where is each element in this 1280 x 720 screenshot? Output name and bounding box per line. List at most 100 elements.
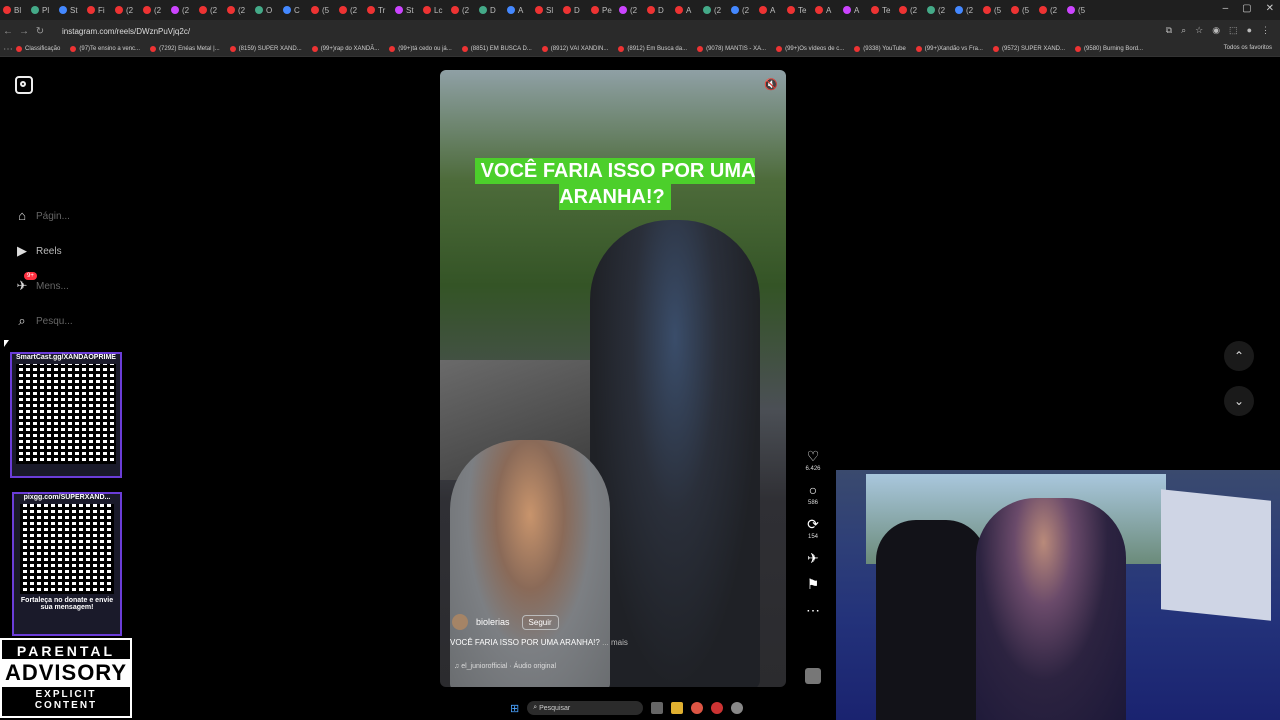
chrome-icon[interactable]: [691, 702, 704, 714]
browser-tab[interactable]: (2: [224, 3, 252, 17]
settings-icon[interactable]: [731, 702, 744, 714]
browser-tab[interactable]: (2: [1036, 3, 1064, 17]
back-icon[interactable]: ←: [0, 26, 16, 37]
reel-video[interactable]: VOCÊ FARIA ISSO POR UMA ARANHA!? 🔇 biole…: [440, 70, 786, 687]
bookmark-item[interactable]: (99+)rap do XANDÃ...: [311, 46, 379, 52]
browser-tab[interactable]: (5: [308, 3, 336, 17]
bookmark-item[interactable]: (9572) SUPER XAND...: [992, 46, 1065, 52]
browser-tab[interactable]: Lc: [420, 3, 448, 17]
browser-tab[interactable]: Sl: [532, 3, 560, 17]
next-reel-button[interactable]: ⌄: [1224, 386, 1254, 416]
reel-audio[interactable]: ♫ el_juniorofficial · Áudio original: [454, 663, 556, 670]
browser-tab[interactable]: Te: [868, 3, 896, 17]
browser-tab[interactable]: A: [840, 3, 868, 17]
maximize-icon[interactable]: ▢: [1242, 3, 1251, 14]
bookmark-item[interactable]: (8912) VAI XANDIN...: [541, 46, 608, 52]
install-icon[interactable]: ⧉: [1166, 25, 1172, 36]
browser-tab[interactable]: A: [756, 3, 784, 17]
browser-tab[interactable]: A: [504, 3, 532, 17]
bookmark-item[interactable]: Classificação: [16, 46, 60, 52]
bookmark-favicon-icon: [915, 46, 922, 52]
browser-tab[interactable]: D: [476, 3, 504, 17]
save-button[interactable]: ⚑: [798, 576, 828, 592]
browser-tab[interactable]: (5: [1064, 3, 1092, 17]
bookmark-item[interactable]: (9338) YouTube: [854, 46, 906, 52]
bookmark-item[interactable]: (8159) SUPER XAND...: [229, 46, 302, 52]
browser-tab[interactable]: A: [672, 3, 700, 17]
previous-reel-button[interactable]: ⌃: [1224, 341, 1254, 371]
forward-icon[interactable]: →: [16, 26, 32, 37]
file-explorer-icon[interactable]: [671, 702, 684, 714]
bookmark-item[interactable]: (97)Te ensino a venc...: [70, 46, 140, 52]
author-name[interactable]: biolerias: [476, 617, 510, 627]
apps-icon[interactable]: ⋯: [0, 44, 16, 55]
browser-tab[interactable]: O: [252, 3, 280, 17]
bookmark-item[interactable]: (8912) Em Busca da...: [618, 46, 687, 52]
menu-icon[interactable]: ⋮: [1261, 25, 1270, 36]
taskbar-search[interactable]: ⌕ Pesquisar: [527, 701, 644, 715]
bookmark-item[interactable]: (99+)Os vídeos de c...: [776, 46, 844, 52]
zoom-icon[interactable]: ⌕: [1181, 25, 1186, 36]
browser-tab[interactable]: D: [560, 3, 588, 17]
browser-tab[interactable]: St: [392, 3, 420, 17]
browser-tab[interactable]: Te: [784, 3, 812, 17]
instagram-logo-icon[interactable]: [15, 76, 33, 94]
audio-thumbnail[interactable]: [805, 668, 821, 684]
browser-tab[interactable]: Tr: [364, 3, 392, 17]
comment-button[interactable]: ○ 586: [798, 482, 828, 506]
bookmark-icon: ⚑: [806, 576, 820, 592]
browser-tab[interactable]: (2: [896, 3, 924, 17]
repost-button[interactable]: ⟳ 154: [798, 516, 828, 540]
browser-tab[interactable]: (2: [168, 3, 196, 17]
close-window-icon[interactable]: ✕: [1266, 3, 1274, 14]
browser-tab[interactable]: (2: [952, 3, 980, 17]
browser-tab[interactable]: (5: [980, 3, 1008, 17]
sidebar-item-messages[interactable]: ✈ 9+ Mens...: [14, 272, 69, 294]
browser-tab[interactable]: Pe: [588, 3, 616, 17]
all-bookmarks-link[interactable]: Todos os favoritos: [1224, 45, 1272, 51]
bookmark-star-icon[interactable]: ☆: [1195, 25, 1203, 36]
sidebar-item-home[interactable]: ⌂ Págin...: [14, 208, 70, 224]
browser-tab[interactable]: Pl: [28, 3, 56, 17]
browser-tab[interactable]: Bl: [0, 3, 28, 17]
bookmark-item[interactable]: (99+)tá cedo ou já...: [389, 46, 452, 52]
caption-more-link[interactable]: ... mais: [602, 638, 628, 647]
browser-tab[interactable]: (2: [112, 3, 140, 17]
bookmark-item[interactable]: (7292) Enéas Metal |...: [150, 46, 220, 52]
browser-tab[interactable]: (2: [700, 3, 728, 17]
avatar[interactable]: [452, 614, 468, 630]
url-field[interactable]: instagram.com/reels/DWznPuVjq2c/: [62, 27, 190, 36]
task-view-icon[interactable]: [651, 702, 664, 714]
browser-tab[interactable]: A: [812, 3, 840, 17]
more-options-button[interactable]: ⋯: [798, 602, 828, 618]
bookmark-item[interactable]: (8851) EM BUSCA D...: [461, 46, 532, 52]
windows-start-icon[interactable]: ⊞: [510, 702, 519, 715]
mute-icon[interactable]: 🔇: [764, 78, 778, 91]
app-icon[interactable]: [711, 702, 724, 714]
browser-tab[interactable]: (2: [924, 3, 952, 17]
browser-tab[interactable]: D: [644, 3, 672, 17]
reload-icon[interactable]: ↻: [32, 26, 48, 37]
sidebar-item-reels[interactable]: ▶ Reels: [14, 243, 62, 259]
browser-tab[interactable]: (2: [336, 3, 364, 17]
extension-icon[interactable]: ◉: [1212, 25, 1220, 36]
browser-tab[interactable]: St: [56, 3, 84, 17]
bookmark-item[interactable]: (9580) Burning Bord...: [1075, 46, 1143, 52]
browser-tab[interactable]: (2: [728, 3, 756, 17]
like-button[interactable]: ♡ 6.426: [798, 448, 828, 472]
browser-tab[interactable]: Fi: [84, 3, 112, 17]
extensions-puzzle-icon[interactable]: ⬚: [1229, 25, 1238, 36]
bookmark-item[interactable]: (9078) MANTIS - XA...: [697, 46, 766, 52]
browser-tab[interactable]: (2: [616, 3, 644, 17]
browser-tab[interactable]: (5: [1008, 3, 1036, 17]
browser-tab[interactable]: (2: [196, 3, 224, 17]
browser-tab[interactable]: (2: [140, 3, 168, 17]
follow-button[interactable]: Seguir: [521, 614, 559, 630]
share-button[interactable]: ✈: [798, 550, 828, 566]
bookmark-item[interactable]: (99+)Xandão vs Fra...: [915, 46, 983, 52]
browser-tab[interactable]: C: [280, 3, 308, 17]
browser-tab[interactable]: (2: [448, 3, 476, 17]
sidebar-item-search[interactable]: ⌕ Pesqu...: [14, 313, 72, 329]
profile-avatar-icon[interactable]: ●: [1247, 25, 1252, 36]
minimize-icon[interactable]: –: [1223, 3, 1229, 14]
